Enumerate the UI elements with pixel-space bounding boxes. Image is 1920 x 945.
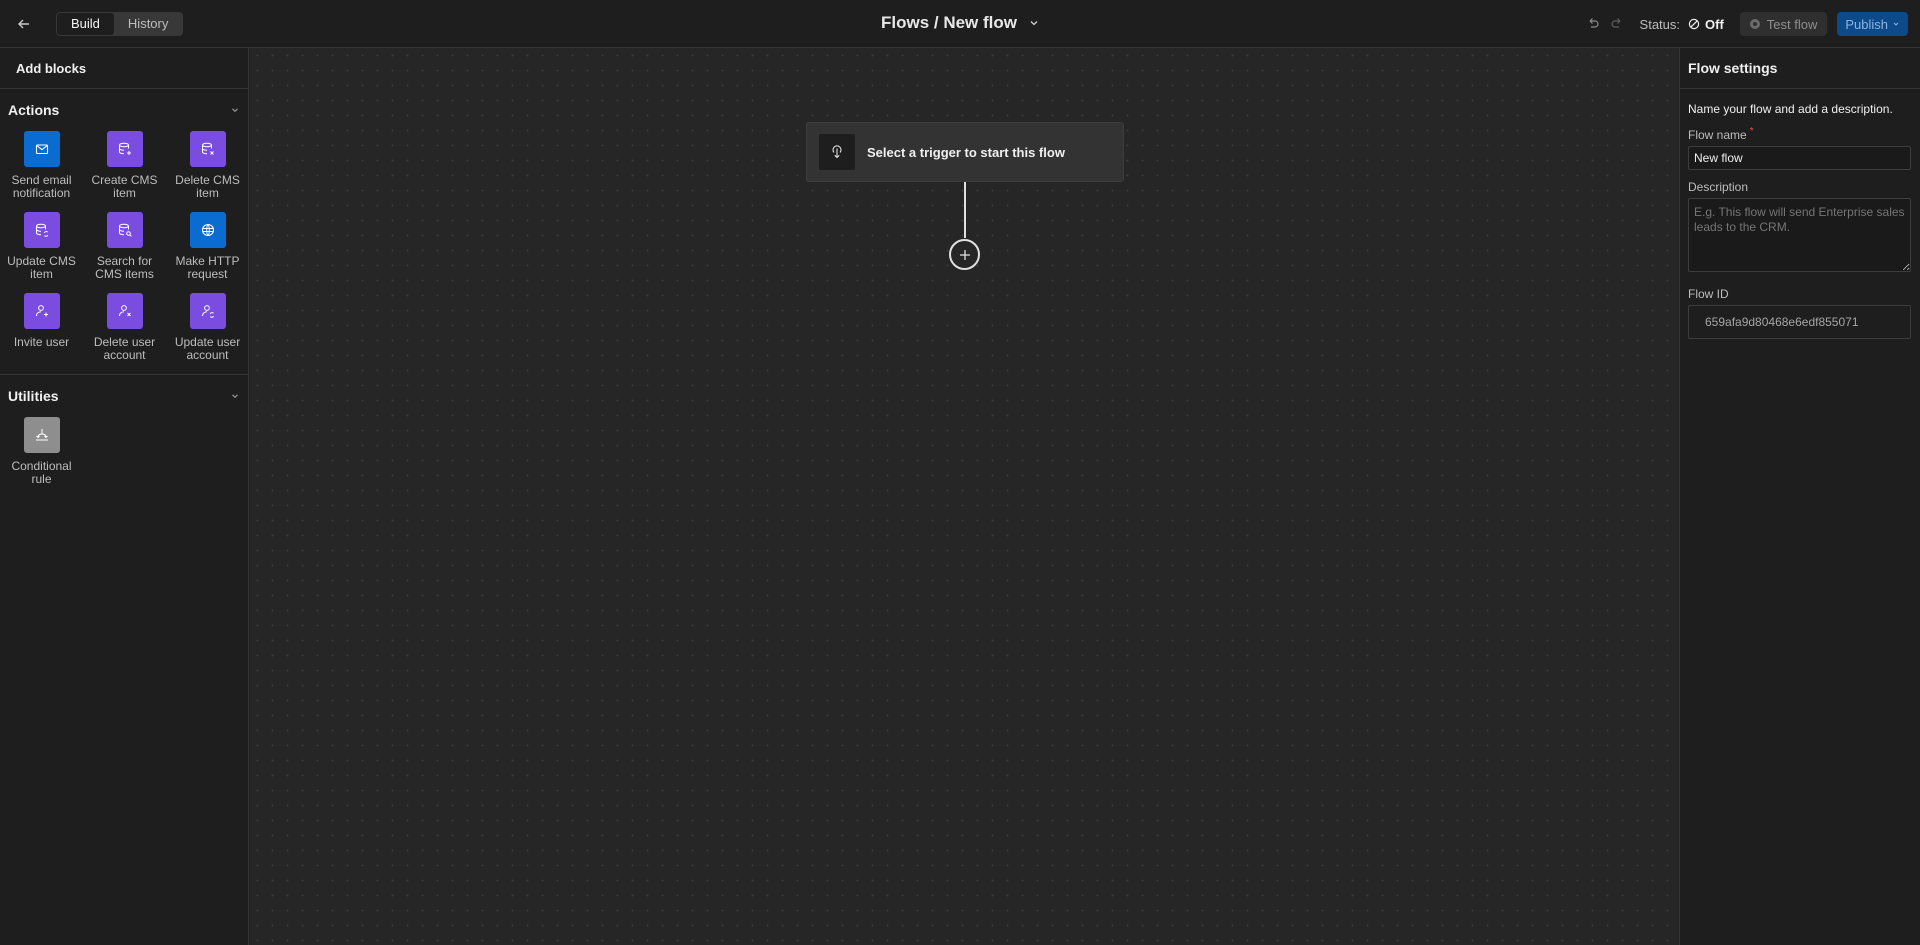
globe-icon bbox=[189, 212, 226, 248]
database-refresh-icon bbox=[23, 212, 60, 248]
status-label: Status: bbox=[1639, 16, 1680, 32]
flow-title-dropdown[interactable]: Flows / New flow bbox=[881, 13, 1039, 33]
panel-description: Name your flow and add a description. bbox=[1688, 102, 1893, 116]
trigger-prompt: Select a trigger to start this flow bbox=[867, 144, 1065, 160]
description-label: Description bbox=[1688, 180, 1749, 194]
mode-toggle: Build History bbox=[56, 12, 184, 36]
chevron-down-icon bbox=[232, 394, 238, 399]
block-label: Search for CMS items bbox=[95, 254, 154, 281]
block-label: Create CMS item bbox=[91, 173, 158, 200]
section-title: Actions bbox=[8, 102, 60, 118]
block-invite-user[interactable]: Invite user bbox=[0, 293, 83, 362]
chevron-down-icon bbox=[232, 108, 238, 113]
test-icon bbox=[1749, 19, 1760, 29]
description-textarea[interactable] bbox=[1688, 198, 1911, 272]
block-create-cms-item[interactable]: Create CMS item bbox=[83, 131, 166, 200]
trigger-icon bbox=[819, 134, 855, 170]
status-dropdown[interactable]: Off bbox=[1688, 17, 1724, 32]
branch-icon bbox=[23, 417, 60, 453]
trigger-node[interactable]: Select a trigger to start this flow bbox=[806, 122, 1124, 182]
block-label: Conditional rule bbox=[11, 459, 72, 486]
database-search-icon bbox=[106, 212, 143, 248]
mail-icon bbox=[23, 131, 60, 167]
required-marker: * bbox=[1749, 126, 1754, 137]
plus-icon bbox=[959, 249, 970, 260]
block-conditional-rule[interactable]: Conditional rule bbox=[0, 417, 83, 486]
flow-name-label: Flow name * bbox=[1688, 126, 1912, 142]
block-label: Update CMS item bbox=[7, 254, 76, 281]
chevron-down-icon bbox=[1893, 22, 1899, 26]
chevron-down-icon bbox=[1030, 21, 1038, 26]
actions-section-toggle[interactable]: Actions bbox=[0, 89, 248, 131]
off-icon bbox=[1688, 18, 1700, 30]
block-make-http-request[interactable]: Make HTTP request bbox=[166, 212, 249, 281]
flow-id-value[interactable]: 659afa9d80468e6edf855071 bbox=[1688, 305, 1911, 339]
publish-button[interactable]: Publish bbox=[1837, 12, 1908, 36]
utilities-grid: Conditional rule bbox=[0, 417, 248, 498]
block-send-email[interactable]: Send email notification bbox=[0, 131, 83, 200]
undo-icon[interactable] bbox=[1586, 17, 1600, 31]
utilities-section-toggle[interactable]: Utilities bbox=[0, 375, 248, 417]
test-flow-button[interactable]: Test flow bbox=[1739, 12, 1828, 36]
flow-id-label: Flow ID bbox=[1688, 287, 1729, 301]
database-plus-icon bbox=[106, 131, 143, 167]
user-plus-icon bbox=[23, 293, 60, 329]
block-label: Delete CMS item bbox=[175, 173, 240, 200]
tab-history[interactable]: History bbox=[114, 13, 182, 35]
block-label: Update user account bbox=[174, 335, 241, 362]
block-label: Make HTTP request bbox=[175, 254, 240, 281]
flow-settings-panel: Flow settings Name your flow and add a d… bbox=[1679, 48, 1920, 945]
flow-connector bbox=[964, 182, 966, 238]
back-arrow-icon[interactable] bbox=[12, 12, 36, 36]
status-value: Off bbox=[1705, 16, 1724, 32]
redo-icon[interactable] bbox=[1610, 17, 1624, 31]
tab-build[interactable]: Build bbox=[57, 13, 114, 35]
test-flow-label: Test flow bbox=[1766, 16, 1818, 32]
flow-name-input[interactable] bbox=[1688, 146, 1911, 170]
block-search-cms-items[interactable]: Search for CMS items bbox=[83, 212, 166, 281]
block-update-user-account[interactable]: Update user account bbox=[166, 293, 249, 362]
top-bar: Build History Flows / New flow Status: O… bbox=[0, 0, 1920, 48]
page-title: Flows / New flow bbox=[880, 13, 1017, 32]
block-label: Invite user bbox=[13, 335, 70, 349]
add-step-button[interactable] bbox=[949, 239, 980, 270]
panel-title: Add blocks bbox=[0, 48, 248, 89]
actions-grid: Send email notification Create CMS item … bbox=[0, 131, 248, 374]
block-delete-user-account[interactable]: Delete user account bbox=[83, 293, 166, 362]
block-label: Send email notification bbox=[11, 173, 72, 200]
user-refresh-icon bbox=[189, 293, 226, 329]
add-blocks-panel: Add blocks Actions Send email notificati… bbox=[0, 48, 249, 945]
status-indicator: Status: Off bbox=[1640, 17, 1724, 32]
section-title: Utilities bbox=[8, 388, 59, 404]
panel-title: Flow settings bbox=[1680, 48, 1920, 89]
block-delete-cms-item[interactable]: Delete CMS item bbox=[166, 131, 249, 200]
block-label: Delete user account bbox=[93, 335, 156, 362]
block-update-cms-item[interactable]: Update CMS item bbox=[0, 212, 83, 281]
publish-label: Publish bbox=[1845, 16, 1888, 32]
field-label-text: Flow name bbox=[1688, 128, 1747, 142]
database-x-icon bbox=[189, 131, 226, 167]
user-x-icon bbox=[106, 293, 143, 329]
